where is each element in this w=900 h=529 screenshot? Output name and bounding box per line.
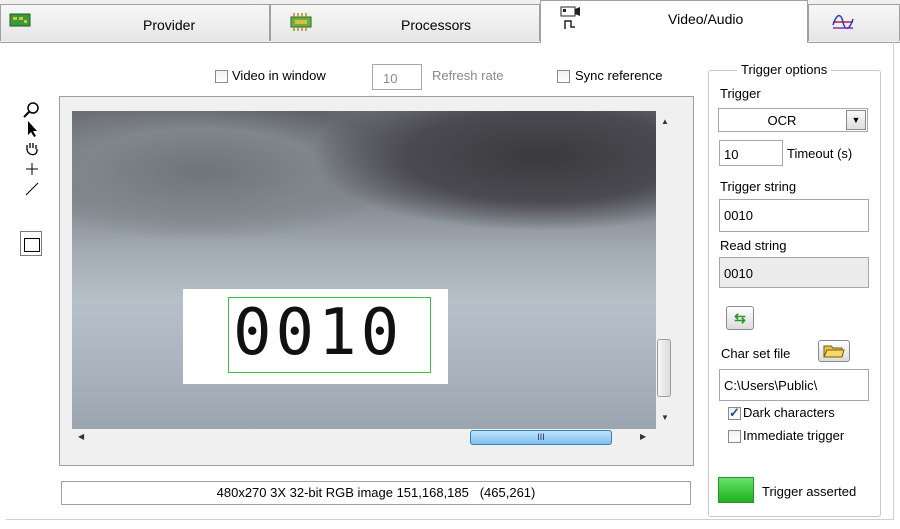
pan-hand-icon[interactable]	[23, 140, 41, 158]
circuit-board-icon	[9, 11, 33, 33]
waveform-icon	[831, 11, 855, 33]
tab-processors-label: Processors	[401, 17, 472, 33]
tab-video-audio[interactable]: Video/Audio	[540, 0, 808, 43]
scroll-right-icon[interactable]: ▶	[640, 432, 646, 441]
trigger-label: Trigger	[720, 86, 761, 101]
line-icon[interactable]	[23, 180, 41, 198]
trigger-asserted-label: Trigger asserted	[762, 484, 857, 499]
tool-strip-selected	[20, 231, 42, 256]
crosshair-icon[interactable]	[23, 160, 41, 178]
immediate-trigger-checkbox[interactable]	[728, 430, 741, 443]
camera-audio-icon	[559, 5, 583, 29]
vertical-scrollbar[interactable]: ▲ ▼	[656, 111, 673, 429]
pointer-icon[interactable]	[23, 120, 41, 138]
browse-folder-button[interactable]	[818, 340, 850, 362]
trigger-asserted-indicator	[718, 477, 754, 503]
vertical-scroll-thumb[interactable]	[657, 339, 671, 397]
tab-bar: Provider Processors Video/Audio	[0, 0, 900, 43]
refresh-rate-input[interactable]: 10	[372, 64, 422, 90]
trigger-select-value: OCR	[767, 113, 797, 128]
read-string-label: Read string	[720, 238, 787, 253]
trigger-string-input[interactable]: 0010	[719, 199, 869, 232]
video-in-window-checkbox[interactable]	[215, 70, 228, 83]
trigger-options-group	[708, 70, 881, 517]
scroll-down-icon[interactable]: ▼	[661, 413, 669, 422]
char-set-file-label: Char set file	[721, 346, 791, 361]
scroll-up-icon[interactable]: ▲	[661, 117, 669, 126]
panel-border-bottom	[6, 519, 894, 520]
trigger-string-label: Trigger string	[720, 179, 797, 194]
tab-provider-label: Provider	[143, 17, 196, 33]
scroll-left-icon[interactable]: ◀	[78, 432, 84, 441]
trigger-options-title: Trigger options	[737, 62, 832, 77]
panel-border	[893, 42, 894, 520]
zoom-icon[interactable]	[23, 101, 41, 119]
status-bar: 480x270 3X 32-bit RGB image 151,168,185 …	[61, 481, 691, 505]
tab-video-audio-label: Video/Audio	[668, 11, 744, 27]
chip-icon	[289, 11, 313, 33]
horizontal-scroll-thumb[interactable]: III	[470, 430, 612, 445]
chevron-down-icon[interactable]: ▼	[846, 110, 866, 130]
tab-waveform[interactable]	[808, 4, 900, 41]
ocr-selection-box[interactable]	[228, 297, 431, 373]
sync-reference-label: Sync reference	[575, 68, 663, 83]
refresh-arrows-icon: ⇆	[734, 310, 746, 326]
dark-characters-checkbox[interactable]	[728, 405, 741, 421]
video-in-window-label: Video in window	[232, 68, 326, 83]
refresh-read-button[interactable]: ⇆	[726, 306, 754, 330]
trigger-select[interactable]: OCR ▼	[718, 108, 868, 132]
timeout-input[interactable]: 10	[719, 140, 783, 166]
char-set-file-input[interactable]: C:\Users\Public\	[719, 369, 869, 401]
tab-processors[interactable]: Processors	[270, 4, 540, 41]
tab-provider[interactable]: Provider	[0, 4, 270, 41]
immediate-trigger-label: Immediate trigger	[743, 428, 845, 443]
folder-icon	[823, 345, 845, 358]
horizontal-scrollbar[interactable]: ◀ III ▶	[72, 429, 656, 446]
read-string-field: 0010	[719, 257, 869, 288]
refresh-rate-label: Refresh rate	[432, 68, 504, 83]
timeout-label: Timeout (s)	[787, 146, 853, 161]
sync-reference-checkbox[interactable]	[557, 70, 570, 83]
dark-characters-label: Dark characters	[743, 405, 835, 420]
